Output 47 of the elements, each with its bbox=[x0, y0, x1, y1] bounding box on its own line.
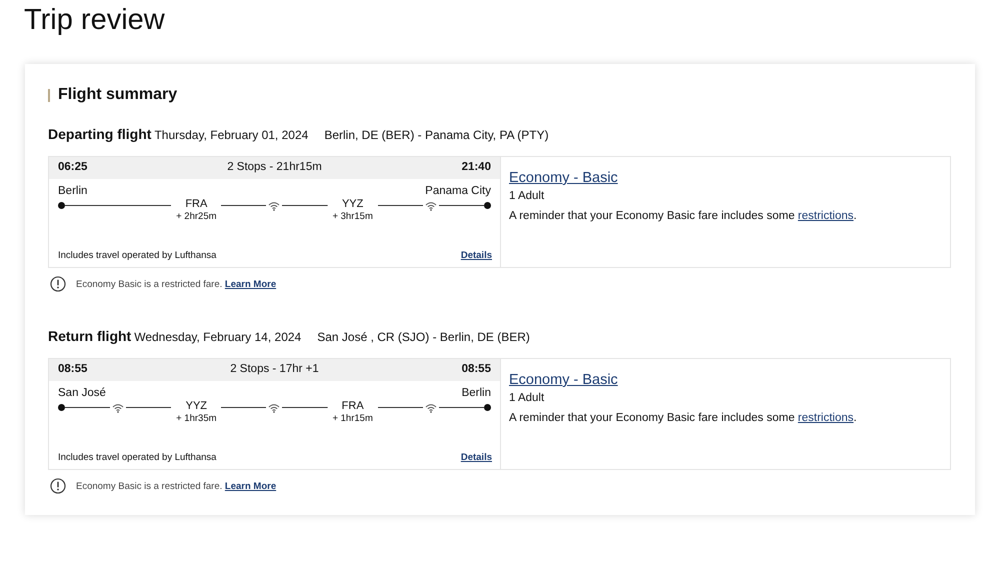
arrival-time: 21:40 bbox=[462, 161, 491, 175]
layover-time: + 2hr25m bbox=[176, 211, 217, 222]
warning-icon bbox=[50, 276, 66, 292]
passenger-count: 1 Adult bbox=[509, 190, 546, 202]
flight-route: Berlin, DE (BER) - Panama City, PA (PTY) bbox=[324, 128, 549, 142]
learn-more-link[interactable]: Learn More bbox=[224, 278, 276, 290]
fare-reminder: A reminder that your Economy Basic fare includes some restrictions. bbox=[509, 412, 858, 424]
stop-code: FRA bbox=[185, 198, 208, 210]
origin-city: San José bbox=[58, 387, 106, 399]
endpoint-dot bbox=[58, 404, 65, 411]
stops-summary: 2 Stops - 17hr +1 bbox=[230, 363, 319, 377]
flight-date: Wednesday, February 14, 2024 bbox=[134, 330, 302, 344]
fare-name-link[interactable]: Economy - Basic bbox=[509, 170, 618, 186]
flight-route: San José , CR (SJO) - Berlin, DE (BER) bbox=[317, 330, 530, 344]
stop-code: YYZ bbox=[342, 198, 364, 210]
section-heading: Flight summary bbox=[58, 86, 178, 104]
notice-text: Economy Basic is a restricted fare. Learn More bbox=[76, 278, 276, 290]
endpoint-dot bbox=[58, 202, 65, 209]
stop-code: YYZ bbox=[186, 400, 208, 412]
operator-note: Includes travel operated by Lufthansa bbox=[58, 250, 216, 261]
arrival-time: 08:55 bbox=[462, 363, 491, 377]
layover-time: + 3hr15m bbox=[332, 211, 373, 222]
destination-city: Panama City bbox=[425, 185, 491, 197]
flight-label: Return flight bbox=[48, 328, 132, 344]
restrictions-link[interactable]: restrictions bbox=[798, 210, 854, 222]
learn-more-link[interactable]: Learn More bbox=[224, 480, 276, 492]
details-link[interactable]: Details bbox=[460, 452, 492, 463]
stops-summary: 2 Stops - 21hr15m bbox=[227, 161, 322, 175]
fare-name-link[interactable]: Economy - Basic bbox=[509, 372, 618, 388]
destination-city: Berlin bbox=[462, 387, 491, 399]
layover-time: + 1hr35m bbox=[176, 413, 217, 424]
passenger-count: 1 Adult bbox=[509, 392, 546, 404]
layover-time: + 1hr15m bbox=[332, 413, 373, 424]
accent-bar bbox=[48, 88, 50, 102]
fare-reminder: A reminder that your Economy Basic fare includes some restrictions. bbox=[509, 210, 858, 222]
warning-icon bbox=[50, 478, 66, 494]
details-link[interactable]: Details bbox=[460, 250, 492, 261]
page-title: Trip review bbox=[23, 3, 166, 38]
notice-text: Economy Basic is a restricted fare. Learn More bbox=[76, 480, 276, 492]
restrictions-link[interactable]: restrictions bbox=[798, 412, 854, 424]
departure-time: 08:55 bbox=[58, 363, 88, 377]
flight-date: Thursday, February 01, 2024 bbox=[154, 128, 308, 142]
departure-time: 06:25 bbox=[58, 161, 88, 175]
flight-label: Departing flight bbox=[48, 126, 152, 142]
stop-code: FRA bbox=[342, 400, 364, 412]
operator-note: Includes travel operated by Lufthansa bbox=[58, 452, 216, 463]
origin-city: Berlin bbox=[58, 185, 88, 197]
